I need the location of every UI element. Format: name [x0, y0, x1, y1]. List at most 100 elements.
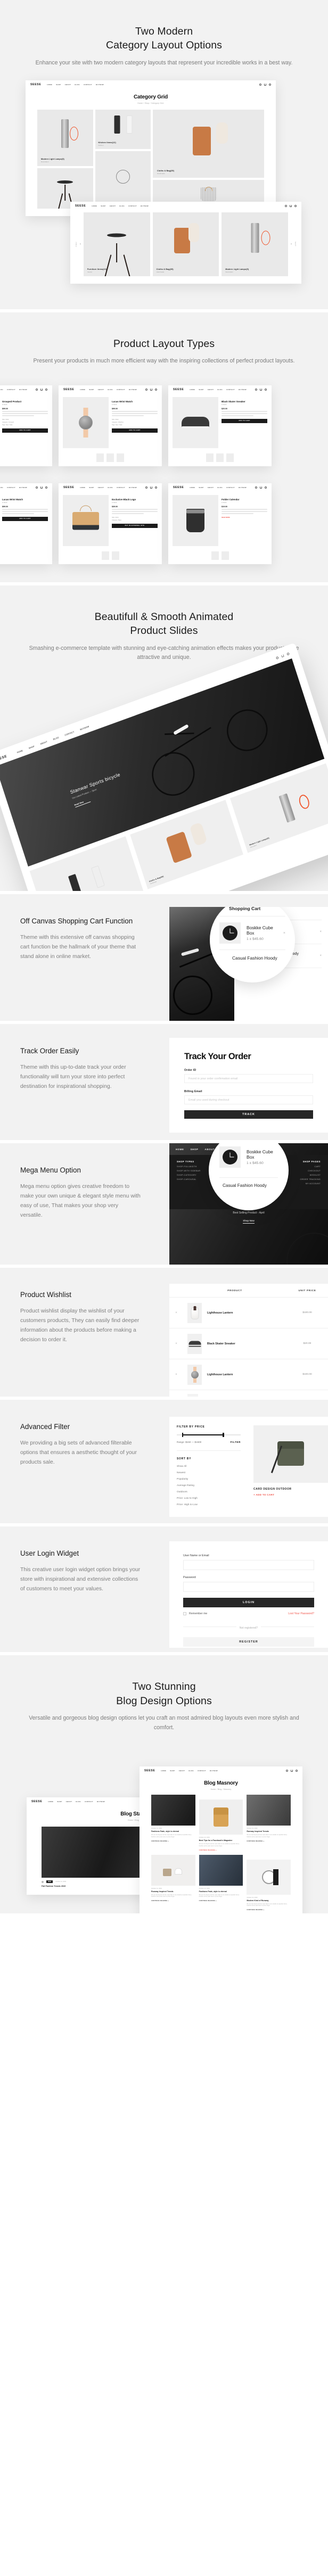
search-icon[interactable] [275, 656, 279, 660]
nav-item-shop[interactable]: SHOP [28, 745, 35, 749]
nav-item-contact[interactable]: CONTACT [117, 389, 125, 391]
mm-item[interactable]: CART [300, 1166, 321, 1168]
nav-item-contact[interactable]: CONTACT [84, 84, 92, 86]
cart-icon[interactable] [150, 486, 152, 489]
nav-item-home[interactable]: HOME [190, 389, 195, 391]
cart-icon[interactable] [260, 388, 262, 391]
nav-item-blog[interactable]: BLOG [188, 1770, 194, 1772]
category-grid-mockup[interactable]: SEESE HOME SHOP ABOUT BLOG CONTACT BUYNO… [26, 80, 276, 217]
nav-item-shop[interactable]: SHOP [199, 486, 203, 489]
nav-item-contact[interactable]: CONTACT [7, 486, 15, 489]
account-icon[interactable] [269, 84, 271, 86]
product-card[interactable]: SEESE HOME SHOP ABOUT BLOG CONTACT BUYNOW Fol… [168, 483, 272, 564]
mm-nav-about[interactable]: ABOUT [204, 1148, 215, 1151]
nav-item-blog[interactable]: BLOG [108, 486, 113, 489]
blog-card-title[interactable]: Fashions Fade, style is eternal [151, 1830, 195, 1832]
table-row[interactable]: × Black Skater Sneaker $20.00 [169, 1328, 328, 1360]
mm-item[interactable]: MY ACCOUNT [300, 1183, 321, 1185]
blog-card[interactable]: October 12, 2019 Fashions Fade, style is… [151, 1795, 195, 1851]
thumbnail[interactable] [206, 453, 214, 462]
slider-handle-max[interactable] [223, 1433, 224, 1438]
account-icon[interactable] [155, 486, 157, 489]
nav-item-blog[interactable]: BLOG [53, 737, 59, 741]
nav-item-blog[interactable]: BLOG [119, 205, 125, 207]
nav-item-home[interactable]: HOME [161, 1770, 166, 1772]
nav-item-buynow[interactable]: BUYNOW [96, 84, 104, 86]
nav-item-contact[interactable]: CONTACT [226, 389, 235, 391]
nav-item-about[interactable]: ABOUT [40, 741, 48, 746]
product-card[interactable]: SEESE HOME SHOP ABOUT BLOG CONTACT BUYNOW Luc… [59, 385, 162, 466]
remember-me-checkbox[interactable] [183, 1612, 186, 1616]
thumbnail[interactable] [96, 453, 104, 462]
slider-handle-min[interactable] [182, 1433, 184, 1438]
sort-options[interactable]: Show All Newest Popularity Average Ratin… [177, 1465, 241, 1506]
nav-item-home[interactable]: HOME [48, 1801, 53, 1803]
blog-masonry-mockup[interactable]: SEESE HOME SHOP ABOUT BLOG CONTACT BUYNOW Blo… [140, 1766, 302, 1913]
blog-card[interactable]: October 12, 2019 Modern Kind of Runway W… [247, 1855, 291, 1911]
category-tile[interactable]: Cloths & Bag(35) Handmade [153, 110, 264, 178]
blog-card-more[interactable]: CONTINUE READING » [247, 1909, 291, 1911]
nav-item-shop[interactable]: SHOP [101, 205, 105, 207]
thumbnail[interactable] [221, 551, 229, 560]
remove-row-icon[interactable]: × [169, 1373, 183, 1376]
remove-item-icon[interactable]: × [319, 954, 322, 957]
nav-item-contact[interactable]: CONTACT [226, 486, 235, 489]
register-button[interactable]: REGISTER [183, 1637, 314, 1647]
nav-item-shop[interactable]: SHOP [89, 389, 94, 391]
thumbnail[interactable] [101, 551, 109, 560]
mm-item[interactable]: SHOP-WITH SIDEBAR [177, 1170, 201, 1172]
username-input[interactable] [183, 1560, 314, 1571]
mockup-nav-icons-2[interactable] [285, 205, 297, 208]
nav-item-home[interactable]: HOME [80, 389, 85, 391]
cart-icon[interactable] [40, 486, 43, 489]
blog-card[interactable]: October 12, 2019 Runway Inspired Trends … [151, 1854, 195, 1911]
mockup-nav-2[interactable]: HOME SHOP ABOUT BLOG CONTACT BUYNOW [92, 205, 149, 207]
offcanvas-screenshot[interactable]: Shopping Cart Boskke Cube Box 1 x $45.60… [169, 907, 328, 1021]
nav-item-buynow[interactable]: BUYNOW [239, 486, 247, 489]
bubble-remove-icon[interactable]: × [283, 931, 285, 935]
search-icon[interactable] [285, 205, 287, 208]
nav-item-buynow[interactable]: BUYNOW [80, 725, 89, 731]
search-icon[interactable] [259, 84, 261, 86]
nav-item-about[interactable]: ABOUT [208, 486, 214, 489]
nav-item-home[interactable]: HOME [92, 205, 97, 207]
chevron-left-icon[interactable]: ‹ [80, 243, 81, 246]
sort-option[interactable]: Price: Low to High [177, 1497, 241, 1500]
search-icon[interactable] [255, 388, 257, 391]
nav-item-contact[interactable]: CONTACT [128, 205, 137, 207]
add-to-cart-button[interactable]: ADD TO CART [2, 516, 48, 521]
filter-button[interactable]: FILTER [231, 1441, 241, 1443]
product-card[interactable]: SEESE HOME SHOP ABOUT BLOG CONTACT BUYNOW Bla… [168, 385, 272, 466]
blog-card[interactable]: October 12, 2019 Fashions Fade, style is… [199, 1854, 243, 1911]
product-thumbnails[interactable] [59, 453, 162, 466]
nav-item-blog[interactable]: BLOG [75, 84, 80, 86]
mm-item[interactable]: WISHLIST [300, 1174, 321, 1176]
blog-card-more[interactable]: CONTINUE READING » [151, 1840, 195, 1842]
remove-row-icon[interactable]: × [169, 1311, 183, 1315]
mm-nav-shop[interactable]: SHOP [191, 1148, 199, 1151]
thumbnail[interactable] [117, 453, 124, 462]
sort-option[interactable]: Average Rating [177, 1484, 241, 1487]
account-icon[interactable] [265, 486, 267, 489]
nav-item-buynow[interactable]: BUYNOW [210, 1770, 218, 1772]
login-card[interactable]: User Name or Email Password LOGIN Rememb… [169, 1541, 328, 1648]
product-thumbnails[interactable] [59, 551, 162, 564]
cart-icon[interactable] [291, 1770, 293, 1772]
nav-item-buynow[interactable]: BUYNOW [129, 389, 137, 391]
remove-row-icon[interactable]: × [169, 1342, 183, 1345]
mockup-nav-icons[interactable] [259, 84, 271, 86]
product-card[interactable]: SEESE HOMESHOPABOUTBLOGCONTACTBUYNOW Gro… [0, 385, 52, 466]
account-icon[interactable] [155, 388, 157, 391]
lost-password-link[interactable]: Lost Your Password? [288, 1612, 314, 1615]
product-card[interactable]: SEESE HOME SHOP ABOUT BLOG CONTACT BUYNOW Exc… [59, 483, 162, 564]
price-range-slider[interactable] [177, 1433, 241, 1438]
search-icon[interactable] [145, 388, 147, 391]
thumbnail[interactable] [111, 551, 119, 560]
nav-item-home[interactable]: HOME [47, 84, 52, 86]
megamenu-promo-cta[interactable]: Shop Now [243, 1219, 255, 1224]
nav-item-buynow[interactable]: BUYNOW [19, 389, 27, 391]
cart-icon[interactable] [290, 205, 292, 208]
blog-card-title[interactable]: Runway Inspired Trends [247, 1830, 291, 1832]
carousel-prev-label[interactable]: PREV [76, 242, 77, 246]
sort-option[interactable]: Price: High to Low [177, 1504, 241, 1506]
